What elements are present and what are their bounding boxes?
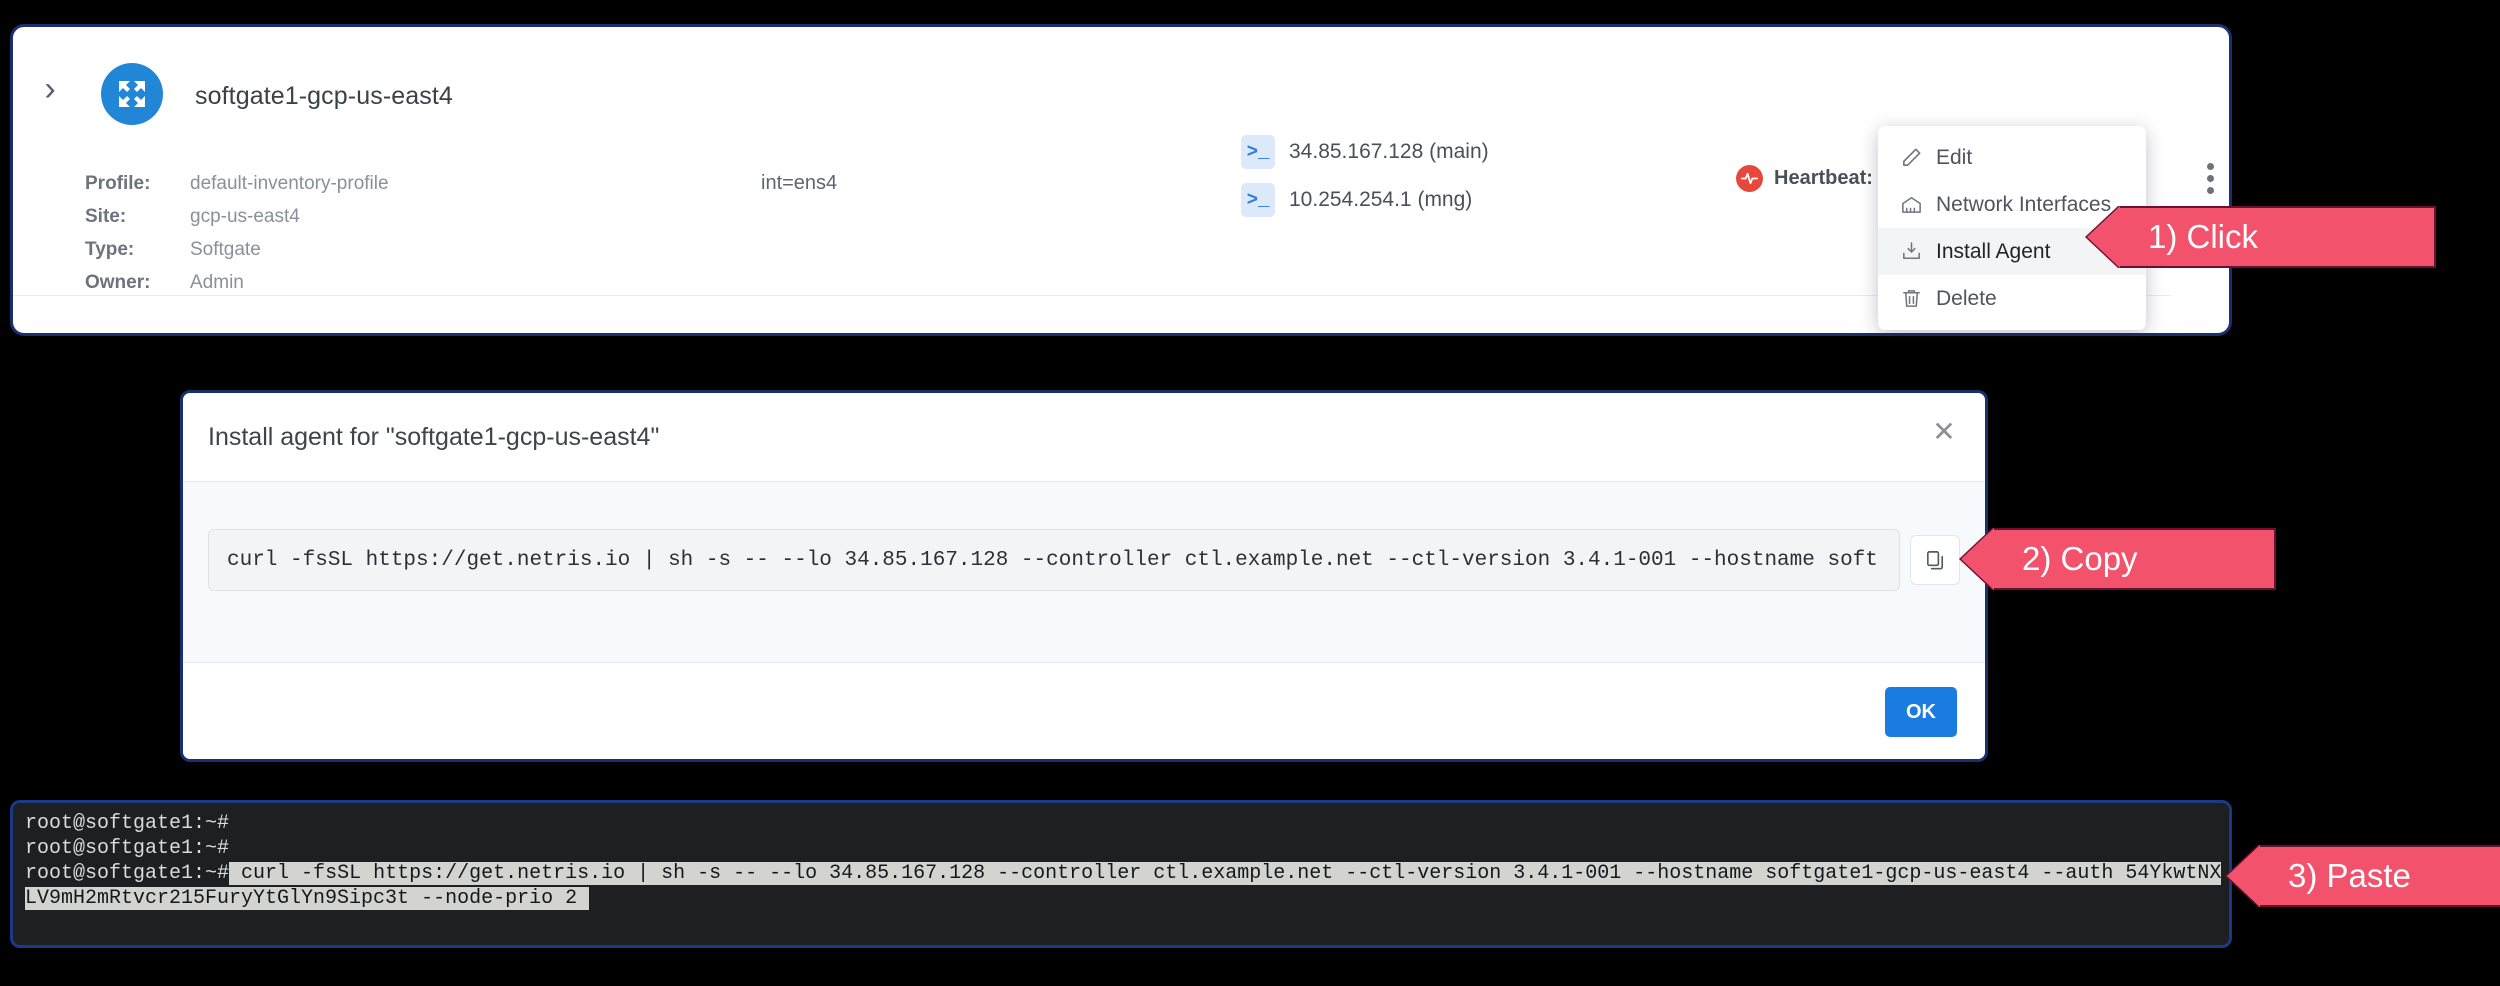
menu-item-delete[interactable]: Delete	[1878, 275, 2146, 322]
modal-footer: OK	[183, 663, 1985, 761]
device-interface-label: int=ens4	[761, 172, 838, 194]
ok-button[interactable]: OK	[1885, 687, 1957, 737]
command-row: curl -fsSL https://get.netris.io | sh -s…	[208, 529, 1960, 591]
heartbeat-label: Heartbeat:	[1774, 167, 1873, 189]
callout-paste: 3) Paste	[2258, 845, 2500, 907]
terminal-line: LV9mH2mRtvcr215FuryYtGlYn9Sipc3t --node-…	[25, 886, 2217, 911]
terminal-prompt: root@softgate1:~#	[25, 837, 230, 860]
callout-click: 1) Click	[2118, 206, 2436, 268]
copy-icon[interactable]	[1910, 535, 1960, 585]
menu-item-edit[interactable]: Edit	[1878, 134, 2146, 181]
terminal-line: root@softgate1:~# curl -fsSL https://get…	[25, 861, 2222, 886]
meta-value: Softgate	[190, 239, 261, 260]
trash-icon	[1894, 287, 1928, 310]
callout-label: 2) Copy	[2022, 540, 2138, 577]
modal-title: Install agent for "softgate1-gcp-us-east…	[208, 423, 660, 451]
device-meta-list: Profile: default-inventory-profile Site: g…	[85, 167, 389, 299]
device-address-list: >_ 34.85.167.128 (main) >_ 10.254.254.1 …	[1241, 135, 1489, 231]
download-install-icon	[1894, 240, 1928, 263]
callout-label: 3) Paste	[2288, 857, 2411, 894]
modal-body: curl -fsSL https://get.netris.io | sh -s…	[183, 481, 1985, 663]
more-vertical-icon[interactable]	[2193, 163, 2227, 201]
modal-header: Install agent for "softgate1-gcp-us-east…	[183, 393, 1985, 481]
address-text: 10.254.254.1 (mng)	[1289, 188, 1473, 211]
meta-key: Type:	[85, 239, 135, 260]
menu-item-label: Network Interfaces	[1936, 192, 2112, 216]
terminal-prompt: root@softgate1:~#	[25, 862, 230, 885]
terminal-line: root@softgate1:~#	[25, 836, 2217, 861]
menu-item-label: Delete	[1936, 286, 1997, 310]
meta-key: Profile:	[85, 173, 151, 194]
address-row-mng: >_ 10.254.254.1 (mng)	[1241, 183, 1489, 217]
network-interfaces-icon	[1894, 193, 1928, 216]
callout-label: 1) Click	[2148, 218, 2259, 255]
install-command-field[interactable]: curl -fsSL https://get.netris.io | sh -s…	[208, 529, 1900, 591]
meta-row-type: Type: Softgate	[85, 233, 389, 266]
close-icon[interactable]: ✕	[1928, 417, 1960, 449]
menu-item-label: Edit	[1936, 145, 1973, 169]
terminal-icon[interactable]: >_	[1241, 183, 1275, 217]
meta-value: default-inventory-profile	[190, 173, 389, 194]
terminal-line: root@softgate1:~#	[25, 811, 2217, 836]
meta-value: gcp-us-east4	[190, 206, 300, 227]
pencil-icon	[1894, 146, 1928, 169]
meta-value: Admin	[190, 272, 244, 293]
terminal-prompt: root@softgate1:~#	[25, 812, 230, 835]
terminal-pasted-command-wrap: LV9mH2mRtvcr215FuryYtGlYn9Sipc3t --node-…	[25, 887, 590, 910]
install-command-text: curl -fsSL https://get.netris.io | sh -s…	[227, 548, 1878, 572]
install-agent-modal: Install agent for "softgate1-gcp-us-east…	[180, 390, 1988, 762]
heartbeat-pulse-icon	[1736, 165, 1763, 192]
softgate-arrows-icon	[101, 63, 163, 125]
terminal-pasted-command: curl -fsSL https://get.netris.io | sh -s…	[229, 862, 2222, 885]
menu-item-label: Install Agent	[1936, 239, 2051, 263]
screenshot-stage: › softgate1-gcp-us-east4 Profile: default…	[0, 0, 2500, 986]
chevron-right-icon[interactable]: ›	[35, 72, 65, 106]
meta-row-profile: Profile: default-inventory-profile	[85, 167, 389, 200]
card-divider	[13, 295, 2171, 296]
meta-row-site: Site: gcp-us-east4	[85, 200, 389, 233]
meta-key: Site:	[85, 206, 127, 227]
address-row-main: >_ 34.85.167.128 (main)	[1241, 135, 1489, 169]
device-name: softgate1-gcp-us-east4	[195, 82, 453, 110]
address-text: 34.85.167.128 (main)	[1289, 140, 1489, 163]
callout-copy: 2) Copy	[1992, 528, 2276, 590]
terminal-window[interactable]: root@softgate1:~# root@softgate1:~# root…	[10, 800, 2232, 948]
heartbeat-indicator: Heartbeat:	[1736, 165, 1873, 192]
terminal-icon[interactable]: >_	[1241, 135, 1275, 169]
